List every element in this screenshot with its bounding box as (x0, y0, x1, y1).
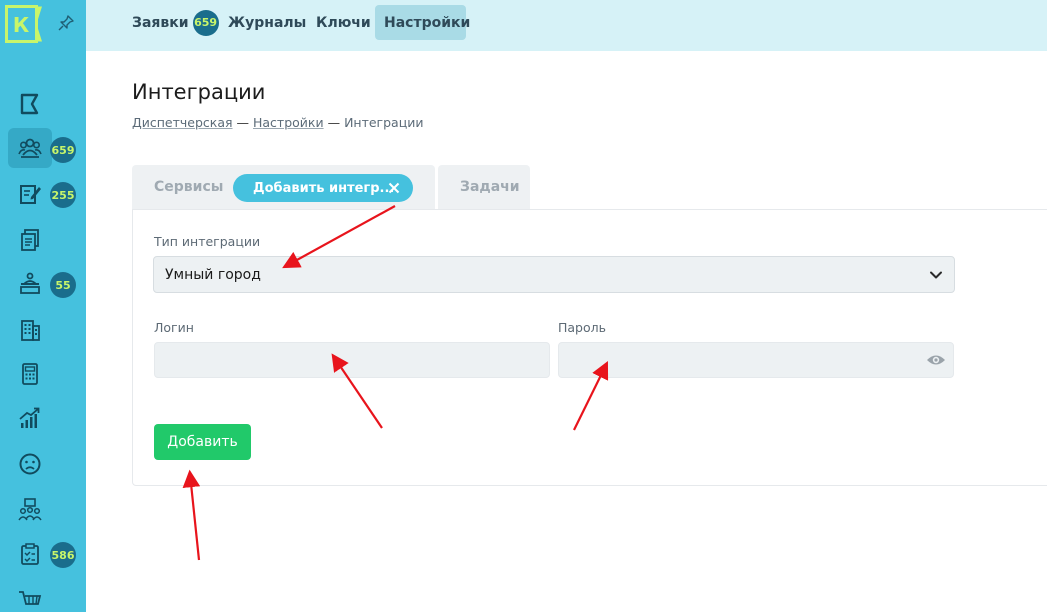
nav-badge-requests: 659 (192, 9, 219, 36)
password-label: Пароль (558, 320, 606, 335)
sidebar-header: К (0, 0, 86, 48)
sidebar-badge-edit: 255 (50, 182, 76, 208)
annotation-arrow-button (182, 469, 201, 561)
sidebar-badge-requests: 659 (50, 137, 76, 163)
tab-add-integration-label: Добавить интегр... (253, 180, 395, 196)
login-input[interactable] (154, 342, 550, 378)
sidebar-badge-checklists: 586 (50, 542, 76, 568)
sidebar-item-reception[interactable] (8, 264, 52, 304)
chevron-down-icon[interactable] (927, 266, 945, 284)
eye-icon[interactable] (926, 352, 946, 368)
sidebar-item-complaints[interactable] (8, 444, 52, 484)
integration-type-value: Умный город (165, 266, 261, 283)
nav-item-settings[interactable]: Настройки (375, 5, 470, 40)
pin-icon[interactable] (57, 14, 75, 32)
tab-close-button[interactable] (383, 175, 405, 201)
sidebar-item-meetings[interactable] (8, 490, 52, 530)
sidebar-item-requests[interactable] (8, 128, 52, 168)
users-icon (18, 138, 42, 158)
add-button[interactable]: Добавить (154, 424, 251, 460)
nav-item-label: Ключи (316, 14, 371, 31)
breadcrumb: Диспетчерская — Настройки — Интеграции (132, 115, 423, 130)
flag-icon (20, 93, 39, 115)
login-label: Логин (154, 320, 194, 335)
sidebar-item-checklists[interactable] (8, 534, 52, 574)
clipboard-check-icon (21, 543, 39, 565)
calculator-icon (22, 363, 38, 385)
sidebar-item-buildings[interactable] (8, 310, 52, 350)
tab-services[interactable]: Сервисы (154, 179, 223, 195)
nav-item-label: Журналы (228, 14, 307, 31)
documents-icon (21, 229, 39, 251)
sidebar-item-journals[interactable] (8, 220, 52, 260)
breadcrumb-settings[interactable]: Настройки (253, 115, 324, 130)
logo-icon[interactable]: К (5, 5, 43, 43)
sidebar-item-shop[interactable] (8, 580, 52, 612)
nav-item-keys[interactable]: Ключи (307, 5, 380, 40)
page-title: Интеграции (132, 80, 266, 104)
sidebar-item-edit[interactable] (8, 174, 52, 214)
sidebar: К 659 255 55 586 (0, 0, 86, 612)
breadcrumb-dispatch[interactable]: Диспетчерская (132, 115, 233, 130)
sidebar-item-calculator[interactable] (8, 354, 52, 394)
nav-item-label: Настройки (384, 14, 471, 31)
edit-document-icon (20, 185, 41, 204)
nav-item-requests[interactable]: Заявки 659 (123, 5, 228, 40)
sad-face-icon (19, 453, 41, 475)
cart-icon (19, 591, 42, 605)
top-nav: Заявки 659 Журналы Ключи Настройки (86, 0, 1047, 51)
meeting-icon (18, 498, 42, 521)
password-input[interactable] (558, 342, 954, 378)
chart-growth-icon (19, 407, 40, 428)
logo-letter: К (13, 13, 30, 37)
breadcrumb-current: Интеграции (344, 115, 424, 130)
breadcrumb-separator: — (236, 115, 253, 130)
nav-item-label: Заявки (132, 14, 189, 31)
tab-tasks[interactable]: Задачи (460, 179, 520, 195)
sidebar-item-dispatch[interactable] (8, 84, 52, 124)
close-icon (388, 182, 400, 194)
integration-type-label: Тип интеграции (154, 234, 261, 249)
breadcrumb-separator: — (327, 115, 345, 130)
sidebar-badge-reception: 55 (50, 272, 76, 298)
integration-type-select[interactable]: Умный город (153, 256, 955, 293)
sidebar-item-analytics[interactable] (8, 398, 52, 438)
nav-item-journals[interactable]: Журналы (219, 5, 315, 40)
building-icon (21, 320, 40, 341)
reception-icon (20, 272, 40, 294)
